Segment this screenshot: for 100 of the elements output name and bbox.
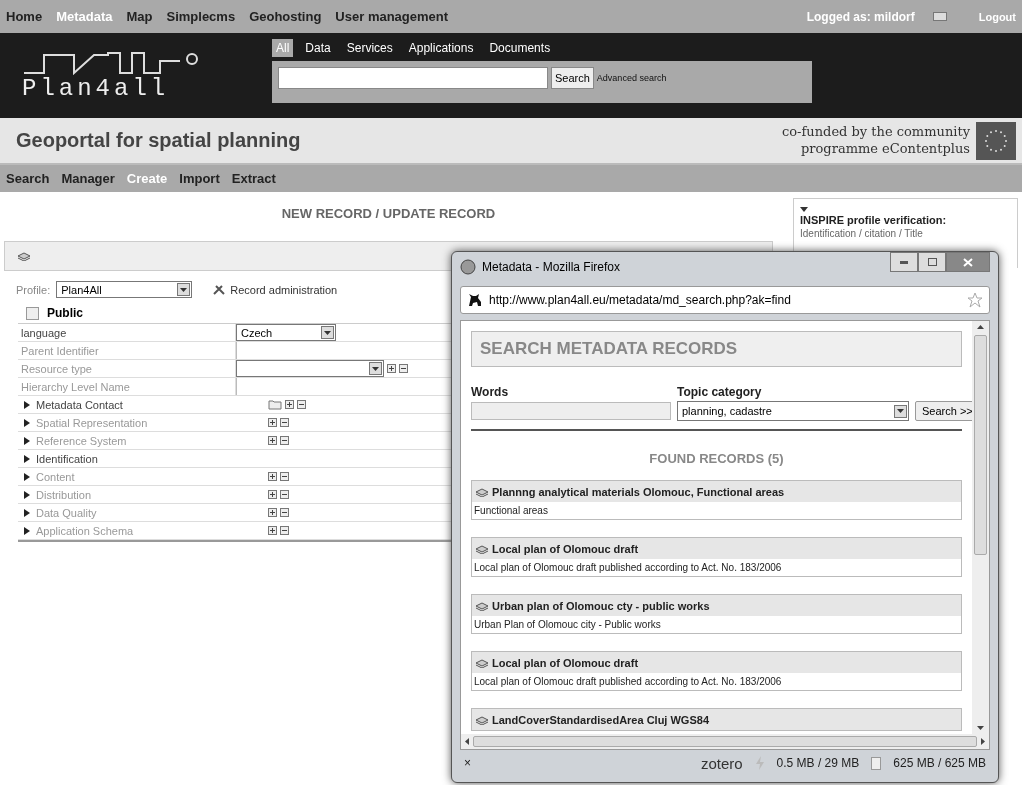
search-heading: SEARCH METADATA RECORDS [471, 331, 962, 367]
scroll-down-icon [977, 726, 984, 730]
inspire-message: Identification / citation / Title [800, 228, 924, 239]
dropdown-caret-icon[interactable] [177, 283, 191, 296]
remove-icon[interactable] [280, 526, 289, 535]
maximize-button[interactable] [918, 252, 946, 272]
maximize-icon [927, 258, 937, 266]
address-bar[interactable]: http://www.plan4all.eu/metadata/md_search.php?ak=find [460, 286, 990, 314]
record-title-link[interactable]: Plannng analytical materials Olomouc, Functional areas [472, 481, 961, 502]
status-close-button[interactable]: × [464, 756, 471, 770]
collapse-arrow-icon[interactable] [800, 207, 808, 212]
minimize-button[interactable] [890, 252, 918, 272]
globe-icon [460, 259, 476, 275]
dropdown-caret-icon[interactable] [369, 362, 382, 375]
search-button[interactable]: Search >> [915, 401, 972, 421]
record-title-link[interactable]: Local plan of Olomouc draft [472, 538, 961, 559]
nav-link[interactable]: User management [335, 9, 449, 24]
add-icon[interactable] [387, 364, 396, 373]
subnav-link[interactable]: Import [179, 171, 220, 186]
nav-link[interactable]: Geohosting [249, 9, 322, 24]
subnav-link[interactable]: Manager [61, 171, 115, 186]
nav-link[interactable]: Map [126, 9, 153, 24]
layers-icon [17, 251, 31, 261]
remove-icon[interactable] [297, 400, 306, 409]
zotero-label[interactable]: zotero [700, 754, 743, 772]
remove-icon[interactable] [280, 436, 289, 445]
section-toggle[interactable]: Metadata Contact [18, 398, 268, 411]
add-icon[interactable] [268, 508, 277, 517]
advanced-search-link[interactable]: Advanced search [596, 72, 667, 83]
inspire-title: INSPIRE profile verification: [800, 214, 947, 226]
record-abstract: Functional areas [473, 504, 549, 518]
dropdown-caret-icon[interactable] [894, 404, 907, 418]
resource-type-select[interactable] [236, 360, 384, 377]
caret-icon [180, 287, 188, 292]
subnav-link[interactable]: Extract [231, 171, 276, 186]
record-title-link[interactable]: Urban plan of Olomouc cty - public works [472, 595, 961, 616]
add-icon[interactable] [285, 400, 294, 409]
words-field[interactable] [471, 402, 671, 420]
layers-icon [475, 543, 489, 554]
record-title-link[interactable]: Local plan of Olomouc draft [472, 652, 961, 673]
layers-icon [475, 657, 489, 668]
scroll-right-icon [981, 738, 985, 745]
subnav-link[interactable]: Search [6, 171, 50, 186]
language-select[interactable]: Czech [236, 324, 336, 341]
remove-icon[interactable] [280, 490, 289, 499]
search-button[interactable]: Search [551, 66, 594, 89]
scroll-up-icon [977, 325, 984, 329]
topic-select[interactable]: planning, cadastre [677, 401, 909, 421]
layers-icon [475, 486, 489, 497]
search-tab[interactable]: Applications [404, 38, 478, 57]
remove-icon[interactable] [399, 364, 408, 373]
lightning-icon [754, 756, 765, 770]
section-toggle[interactable]: Identification [18, 452, 268, 465]
nav-link[interactable]: Simplecms [166, 9, 236, 24]
add-icon[interactable] [268, 490, 277, 499]
dropdown-caret-icon[interactable] [321, 326, 334, 339]
cofunded-text: co-funded by the community programme eContentplus [782, 123, 970, 158]
public-checkbox[interactable] [26, 306, 39, 320]
search-tab[interactable]: Documents [485, 38, 555, 57]
horizontal-scrollbar[interactable] [461, 734, 989, 749]
close-icon [963, 257, 973, 267]
minimize-icon [900, 260, 908, 264]
logo-text: Plan4all [22, 75, 171, 102]
vertical-scrollbar[interactable] [972, 321, 989, 734]
logged-in-label: Logged as: mildorf [806, 9, 915, 24]
search-tab[interactable]: Services [342, 38, 397, 57]
portal-title: Geoportal for spatial planning [16, 129, 301, 152]
search-field[interactable] [278, 66, 548, 89]
layers-icon [475, 600, 489, 611]
add-icon[interactable] [268, 418, 277, 427]
record-title-link[interactable]: LandCoverStandardisedArea Cluj WGS84 [472, 709, 961, 730]
flag-icon[interactable] [932, 12, 947, 21]
page-icon [871, 756, 882, 770]
layers-icon [475, 714, 489, 725]
remove-icon[interactable] [280, 472, 289, 481]
search-tab[interactable]: Data [301, 38, 335, 57]
caret-icon [897, 409, 904, 413]
star-icon[interactable] [967, 292, 983, 308]
add-icon[interactable] [268, 526, 277, 535]
add-icon[interactable] [268, 472, 277, 481]
record-abstract: Urban Plan of Olomouc city - Public works [473, 618, 662, 632]
caret-icon [372, 366, 379, 371]
remove-icon[interactable] [280, 508, 289, 517]
remove-icon[interactable] [280, 418, 289, 427]
disk-usage: 625 MB / 625 MB [893, 756, 986, 770]
record-abstract: Local plan of Olomouc draft published according to Act. No. 183/2006 [473, 561, 783, 575]
eu-flag-icon [976, 121, 1016, 160]
public-label: Public [47, 306, 83, 320]
record-admin-link[interactable]: Record administration [212, 283, 338, 296]
page-heading: NEW RECORD / UPDATE RECORD [280, 206, 497, 221]
found-records-heading: FOUND RECORDS (5) [648, 451, 785, 466]
words-label: Words [471, 385, 510, 399]
profile-label: Profile: [16, 283, 51, 296]
caret-icon [324, 330, 331, 335]
memory-usage: 0.5 MB / 29 MB [776, 756, 860, 770]
add-icon[interactable] [268, 436, 277, 445]
profile-select[interactable]: Plan4All [56, 281, 193, 298]
close-button[interactable] [946, 252, 990, 272]
record-abstract: Local plan of Olomouc draft published according to Act. No. 183/2006 [473, 675, 783, 689]
nav-link[interactable]: Home [6, 9, 43, 24]
